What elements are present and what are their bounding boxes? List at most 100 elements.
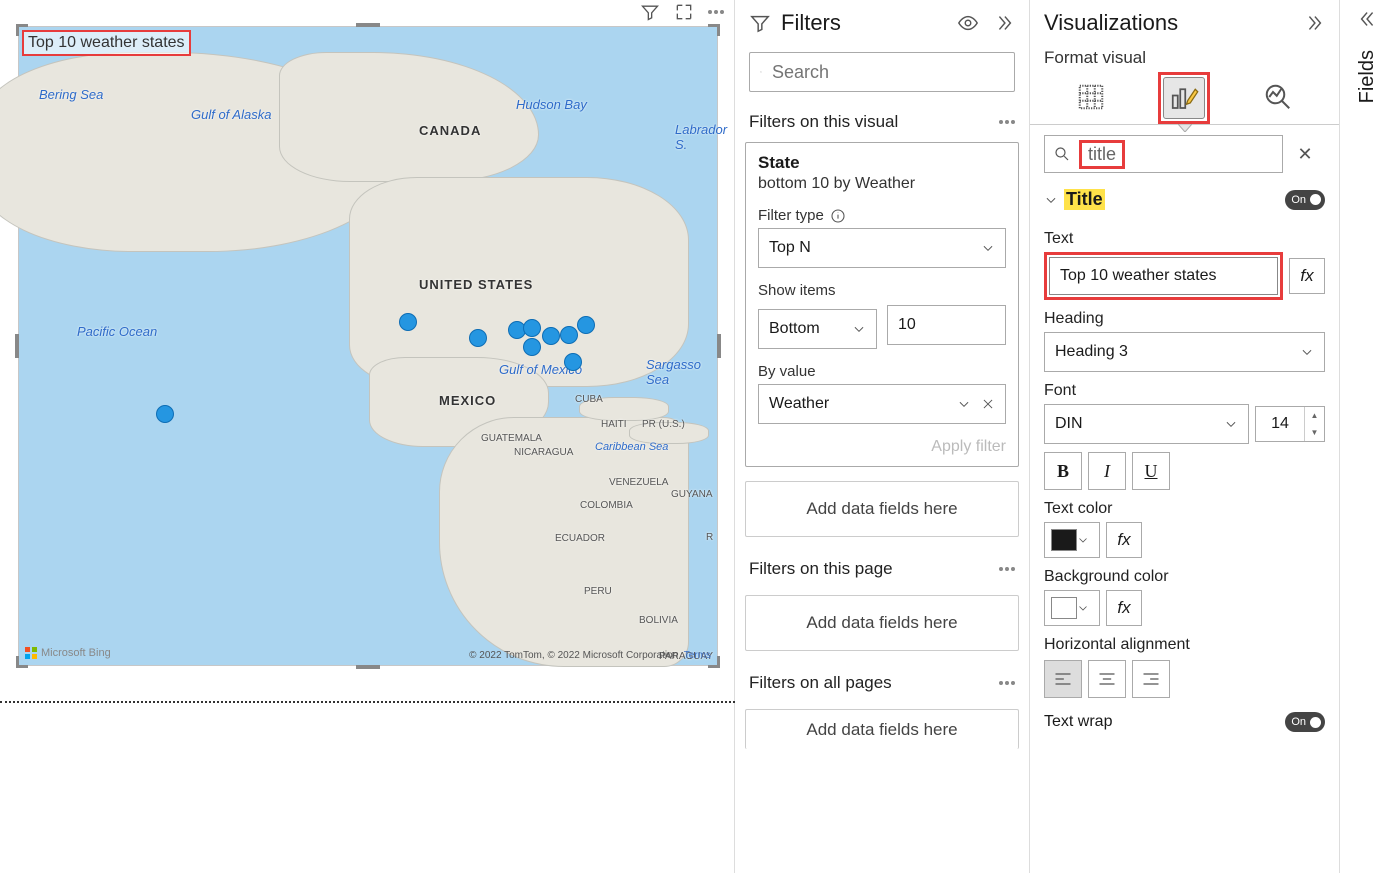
align-left-button[interactable]	[1044, 660, 1082, 698]
map-bubble[interactable]	[542, 327, 560, 345]
fields-panel-collapsed[interactable]: Fields	[1340, 0, 1395, 873]
filters-search[interactable]	[749, 52, 1015, 92]
report-canvas[interactable]: Top 10 weather states Bering Sea Gulf of…	[0, 0, 735, 873]
analytics-tab[interactable]	[1257, 76, 1299, 118]
font-label: Font	[1044, 382, 1325, 400]
map-bubble[interactable]	[469, 329, 487, 347]
terms-link[interactable]: Terms	[684, 650, 711, 661]
map-bubble[interactable]	[564, 353, 582, 371]
map-label: Labrador S.	[675, 122, 727, 152]
text-color-picker[interactable]	[1044, 522, 1100, 558]
all-filters-dropwell[interactable]: Add data fields here	[745, 709, 1019, 749]
apply-filter-button[interactable]: Apply filter	[758, 438, 1006, 456]
more-options-icon[interactable]	[999, 681, 1015, 685]
format-visual-subtitle: Format visual	[1030, 44, 1339, 68]
eye-icon[interactable]	[957, 12, 979, 34]
italic-button[interactable]: I	[1088, 452, 1126, 490]
clear-search-icon[interactable]: ✕	[1285, 136, 1325, 172]
map-visual[interactable]: Top 10 weather states Bering Sea Gulf of…	[18, 26, 718, 666]
filters-search-input[interactable]	[772, 62, 1004, 83]
fx-button[interactable]: fx	[1106, 590, 1142, 626]
page-boundary	[0, 701, 735, 703]
chevron-down-icon[interactable]	[1044, 193, 1058, 207]
filters-title: Filters	[781, 10, 841, 36]
visual-toolbar	[640, 2, 724, 22]
map-bubble[interactable]	[560, 326, 578, 344]
chevron-down-icon	[852, 322, 866, 336]
bg-color-label: Background color	[1044, 568, 1325, 586]
visualizations-title: Visualizations	[1044, 10, 1178, 36]
show-items-count-input[interactable]: 10	[887, 305, 1006, 345]
expand-icon[interactable]	[1357, 8, 1379, 30]
map-bubble[interactable]	[399, 313, 417, 331]
build-visual-tab[interactable]	[1070, 76, 1112, 118]
filters-panel: Filters Filters on this visual State bot…	[735, 0, 1030, 873]
format-search-input[interactable]: title	[1079, 140, 1125, 169]
text-wrap-toggle[interactable]: On	[1285, 712, 1325, 732]
bg-color-picker[interactable]	[1044, 590, 1100, 626]
visual-filters-dropwell[interactable]: Add data fields here	[745, 481, 1019, 537]
align-right-button[interactable]	[1132, 660, 1170, 698]
focus-mode-icon[interactable]	[674, 2, 694, 22]
more-options-icon[interactable]	[999, 120, 1015, 124]
format-search[interactable]: title	[1044, 135, 1283, 173]
visualizations-panel: Visualizations Format visual title ✕ Tit…	[1030, 0, 1340, 873]
filter-card-state[interactable]: State bottom 10 by Weather Filter type T…	[745, 142, 1019, 467]
filter-field-desc: bottom 10 by Weather	[758, 175, 1006, 193]
bold-button[interactable]: B	[1044, 452, 1082, 490]
by-value-field[interactable]: Weather	[758, 384, 1006, 424]
format-visual-tab[interactable]	[1163, 77, 1205, 119]
heading-label: Heading	[1044, 310, 1325, 328]
collapse-icon[interactable]	[993, 12, 1015, 34]
map-label: Pacific Ocean	[77, 324, 157, 339]
text-wrap-label: Text wrap	[1044, 713, 1112, 731]
font-size-input[interactable]: 14 ▲▼	[1255, 406, 1325, 442]
filter-type-dropdown[interactable]: Top N	[758, 228, 1006, 268]
map-bubble[interactable]	[577, 316, 595, 334]
align-center-button[interactable]	[1088, 660, 1126, 698]
fields-label: Fields	[1356, 50, 1379, 103]
more-options-icon[interactable]	[708, 10, 724, 14]
text-label: Text	[1044, 230, 1325, 248]
section-visual-filters: Filters on this visual	[749, 112, 898, 132]
info-icon[interactable]	[830, 208, 846, 224]
collapse-icon[interactable]	[1303, 12, 1325, 34]
filter-type-label: Filter type	[758, 207, 824, 224]
halign-label: Horizontal alignment	[1044, 636, 1325, 654]
show-items-direction-dropdown[interactable]: Bottom	[758, 309, 877, 349]
search-icon	[1053, 145, 1071, 163]
chevron-down-icon	[1077, 602, 1089, 614]
filter-field-name: State	[758, 153, 1006, 173]
map-bubble[interactable]	[523, 338, 541, 356]
title-toggle[interactable]: On	[1285, 190, 1325, 210]
stepper-up[interactable]: ▲	[1305, 407, 1324, 424]
show-items-label: Show items	[758, 282, 1006, 299]
map-attribution: © 2022 TomTom, © 2022 Microsoft Corporat…	[469, 650, 711, 661]
heading-dropdown[interactable]: Heading 3	[1044, 332, 1325, 372]
text-color-label: Text color	[1044, 500, 1325, 518]
title-section-header[interactable]: Title	[1064, 189, 1105, 210]
chevron-down-icon	[981, 241, 995, 255]
filter-icon[interactable]	[640, 2, 660, 22]
section-page-filters: Filters on this page	[749, 559, 893, 579]
underline-button[interactable]: U	[1132, 452, 1170, 490]
chevron-down-icon[interactable]	[957, 397, 971, 411]
page-filters-dropwell[interactable]: Add data fields here	[745, 595, 1019, 651]
by-value-label: By value	[758, 363, 1006, 380]
section-all-filters: Filters on all pages	[749, 673, 892, 693]
chevron-down-icon	[1077, 534, 1089, 546]
close-icon[interactable]	[981, 397, 995, 411]
title-text-input[interactable]: Top 10 weather states	[1049, 257, 1278, 295]
more-options-icon[interactable]	[999, 567, 1015, 571]
map-bubble[interactable]	[156, 405, 174, 423]
chevron-down-icon	[1300, 345, 1314, 359]
fx-button[interactable]: fx	[1106, 522, 1142, 558]
map-bubble[interactable]	[523, 319, 541, 337]
bing-logo: Microsoft Bing	[25, 647, 111, 659]
filter-icon	[749, 12, 771, 34]
chevron-down-icon	[1224, 417, 1238, 431]
font-family-dropdown[interactable]: DIN	[1044, 404, 1249, 444]
visual-title: Top 10 weather states	[22, 30, 191, 56]
stepper-down[interactable]: ▼	[1305, 424, 1324, 441]
fx-button[interactable]: fx	[1289, 258, 1325, 294]
